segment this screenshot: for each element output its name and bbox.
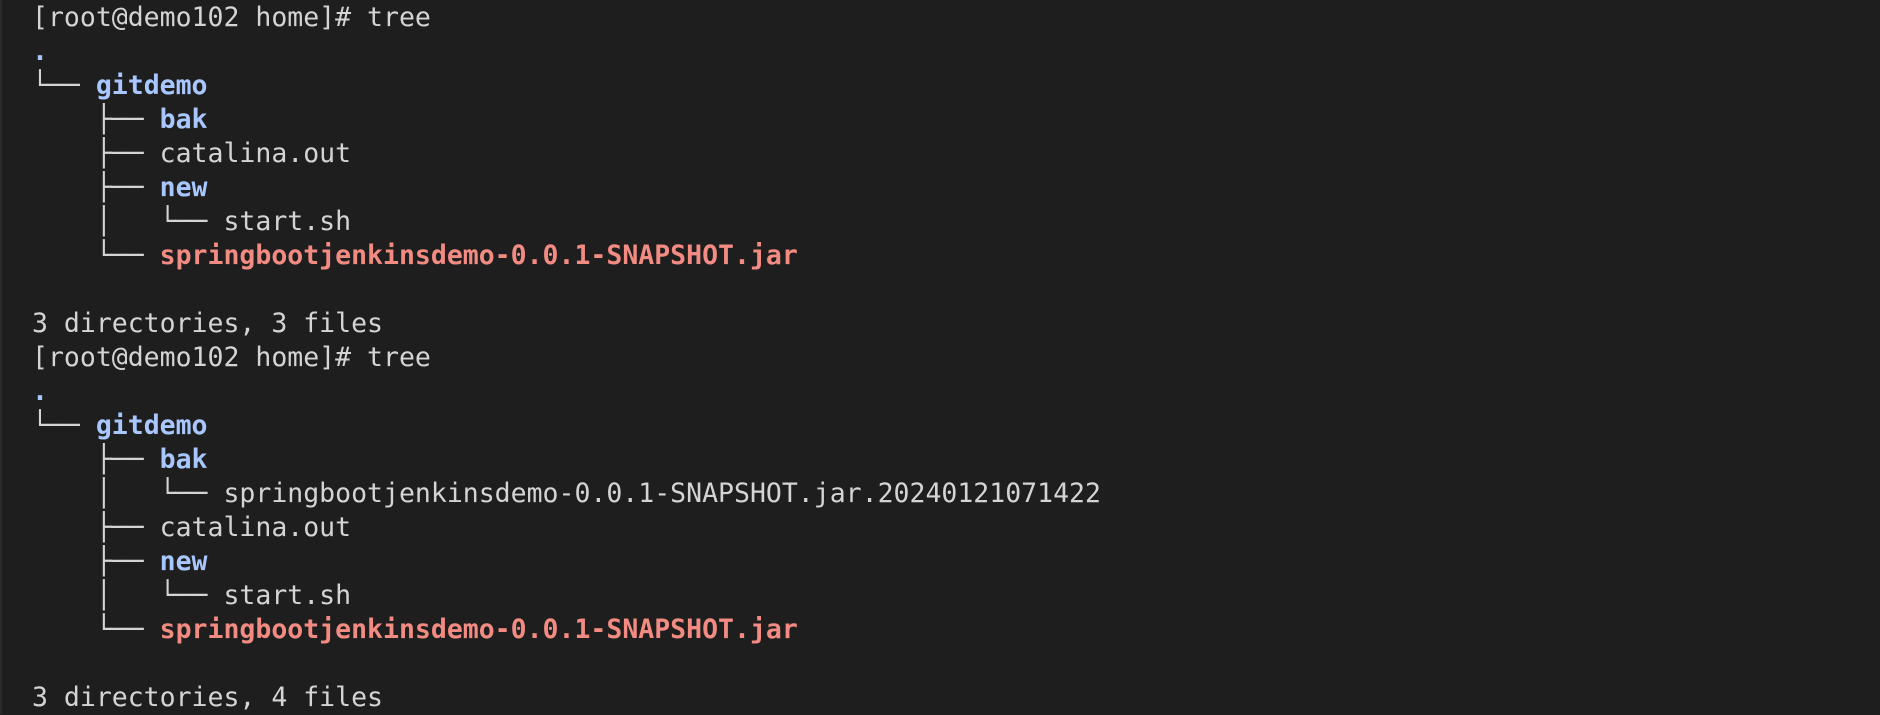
prompt-command: [root@demo102 home]# tree (32, 2, 431, 33)
output-line: ├── bak (32, 103, 1880, 137)
output-line: . (32, 35, 1880, 69)
current-dir-dot: . (32, 36, 48, 67)
directory-name: gitdemo (95, 410, 208, 441)
text: catalina.out (159, 512, 352, 543)
text: 3 directories, 3 files (32, 308, 383, 339)
text: │ └── (32, 478, 224, 509)
directory-name: new (159, 172, 208, 203)
text: └── (32, 410, 96, 441)
output-line: 3 directories, 3 files (32, 307, 1880, 341)
text: ├── (32, 104, 160, 135)
text: │ └── (32, 580, 224, 611)
text: │ └── (32, 206, 224, 237)
text: ├── (32, 444, 160, 475)
text: └── (32, 614, 160, 645)
directory-name: bak (159, 104, 208, 135)
output-line: . (32, 375, 1880, 409)
directory-name: gitdemo (95, 70, 208, 101)
text: └── (32, 240, 160, 271)
text: ├── (32, 546, 160, 577)
text: catalina.out (159, 138, 352, 169)
output-line: └── springbootjenkinsdemo-0.0.1-SNAPSHOT… (32, 239, 1880, 273)
current-dir-dot: . (32, 376, 48, 407)
output-line: ├── catalina.out (32, 137, 1880, 171)
prompt-line: [root@demo102 home]# tree (32, 341, 1880, 375)
output-line: │ └── start.sh (32, 205, 1880, 239)
terminal-output[interactable]: [root@demo102 home]# tree. └── gitdemo ├─… (0, 0, 1880, 714)
text: ├── (32, 138, 160, 169)
output-line: ├── new (32, 545, 1880, 579)
executable-name: springbootjenkinsdemo-0.0.1-SNAPSHOT.jar (159, 614, 798, 645)
directory-name: new (159, 546, 208, 577)
executable-name: springbootjenkinsdemo-0.0.1-SNAPSHOT.jar (159, 240, 798, 271)
output-line: ├── new (32, 171, 1880, 205)
output-line: │ └── springbootjenkinsdemo-0.0.1-SNAPSH… (32, 477, 1880, 511)
text: start.sh (223, 580, 352, 611)
output-line: ├── bak (32, 443, 1880, 477)
output-line: └── gitdemo (32, 409, 1880, 443)
text: ├── (32, 172, 160, 203)
output-line: │ └── start.sh (32, 579, 1880, 613)
output-line: ├── catalina.out (32, 511, 1880, 545)
output-line: └── gitdemo (32, 69, 1880, 103)
text: springbootjenkinsdemo-0.0.1-SNAPSHOT.jar… (223, 478, 1101, 509)
directory-name: bak (159, 444, 208, 475)
prompt-command: [root@demo102 home]# tree (32, 342, 431, 373)
text: start.sh (223, 206, 352, 237)
text: └── (32, 70, 96, 101)
output-line: └── springbootjenkinsdemo-0.0.1-SNAPSHOT… (32, 613, 1880, 647)
output-line: 3 directories, 4 files (32, 681, 1880, 715)
text: 3 directories, 4 files (32, 682, 383, 713)
prompt-line: [root@demo102 home]# tree (32, 1, 1880, 35)
text: ├── (32, 512, 160, 543)
